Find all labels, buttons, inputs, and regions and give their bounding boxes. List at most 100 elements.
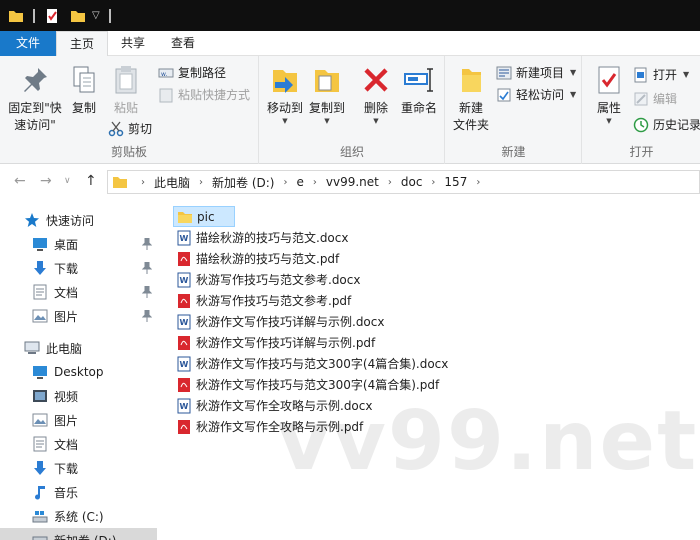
pin-icon[interactable] bbox=[142, 262, 152, 274]
properties-check-icon[interactable] bbox=[44, 8, 60, 24]
nav-this-pc[interactable]: 此电脑 bbox=[0, 336, 157, 360]
nav-drive-d-label: 新加卷 (D:) bbox=[54, 532, 116, 540]
breadcrumb-separator[interactable]: › bbox=[388, 177, 392, 188]
new-folder-icon[interactable] bbox=[70, 8, 86, 24]
history-button[interactable]: 历史记录 bbox=[633, 115, 700, 135]
breadcrumb-separator[interactable]: › bbox=[476, 177, 480, 188]
tab-file[interactable]: 文件 bbox=[0, 31, 56, 56]
file-row[interactable]: W 秋游作文写作技巧详解与示例.docx bbox=[173, 311, 390, 332]
file-name: 秋游作文写作技巧详解与示例.pdf bbox=[196, 336, 376, 350]
breadcrumb-this-pc[interactable]: 此电脑 bbox=[154, 174, 190, 191]
nav-pc-desktop[interactable]: Desktop bbox=[0, 360, 157, 384]
edit-button[interactable]: 编辑 bbox=[633, 89, 677, 109]
tab-home[interactable]: 主页 bbox=[56, 31, 109, 57]
nav-drive-c[interactable]: 系统 (C:) bbox=[0, 504, 157, 528]
pin-icon[interactable] bbox=[142, 310, 152, 322]
back-arrow-icon[interactable]: ← bbox=[14, 173, 26, 189]
breadcrumb-separator[interactable]: › bbox=[313, 177, 317, 188]
delete-button[interactable]: 删除 ▼ bbox=[358, 64, 394, 125]
nav-pc-videos[interactable]: 视频 bbox=[0, 384, 157, 408]
pdf-icon bbox=[178, 377, 190, 392]
breadcrumb-doc[interactable]: doc bbox=[401, 175, 423, 189]
copy-path-button[interactable]: w. 复制路径 bbox=[158, 63, 226, 83]
nav-drive-d[interactable]: 新加卷 (D:) bbox=[0, 528, 157, 540]
delete-x-icon bbox=[364, 68, 388, 92]
file-row[interactable]: W 描绘秋游的技巧与范文.docx bbox=[173, 227, 354, 248]
forward-arrow-icon[interactable]: → bbox=[40, 173, 52, 189]
file-name: 秋游写作技巧与范文参考.docx bbox=[196, 273, 361, 287]
file-row[interactable]: 秋游作文写作全攻略与示例.pdf bbox=[173, 416, 369, 437]
new-folder-button[interactable]: 新建 文件夹 bbox=[450, 64, 492, 134]
file-row[interactable]: W 秋游作文写作技巧与范文300字(4篇合集).docx bbox=[173, 353, 454, 374]
file-row[interactable]: 秋游写作技巧与范文参考.pdf bbox=[173, 290, 357, 311]
file-name: 秋游作文写作技巧与范文300字(4篇合集).pdf bbox=[196, 378, 440, 392]
new-group: 新建 文件夹 新建项目 ▼ 轻松访问 ▼ 新建 bbox=[446, 56, 582, 164]
file-name: 秋游写作技巧与范文参考.pdf bbox=[196, 294, 352, 308]
download-arrow-icon bbox=[34, 261, 46, 275]
new-item-button[interactable]: 新建项目 ▼ bbox=[496, 63, 576, 83]
nav-quick-access[interactable]: 快速访问 bbox=[0, 208, 157, 232]
svg-text:w.: w. bbox=[161, 71, 167, 78]
svg-text:W: W bbox=[180, 402, 189, 411]
nav-downloads-label: 下载 bbox=[54, 261, 79, 276]
pin-quick-access-button[interactable]: 固定到"快 速访问" bbox=[4, 64, 66, 134]
nav-pc-music[interactable]: 音乐 bbox=[0, 480, 157, 504]
properties-dropdown-arrow: ▼ bbox=[606, 117, 612, 125]
pin-icon[interactable] bbox=[142, 238, 152, 250]
navigation-bar: ← → ∨ ↑ › 此电脑 › 新加卷 (D:) › e › vv99.net … bbox=[0, 164, 700, 199]
up-arrow-icon[interactable]: ↑ bbox=[85, 173, 97, 189]
nav-pc-desktop-label: Desktop bbox=[54, 365, 104, 379]
nav-pc-pictures[interactable]: 图片 bbox=[0, 408, 157, 432]
breadcrumb-separator[interactable]: › bbox=[199, 177, 203, 188]
nav-pc-documents[interactable]: 文档 bbox=[0, 432, 157, 456]
desktop-icon bbox=[33, 238, 47, 251]
copy-button[interactable]: 复制 bbox=[66, 64, 102, 117]
tab-share[interactable]: 共享 bbox=[108, 31, 158, 56]
copy-to-button[interactable]: 复制到 ▼ bbox=[306, 64, 348, 125]
pdf-icon bbox=[178, 419, 190, 434]
file-row[interactable]: W 秋游写作技巧与范文参考.docx bbox=[173, 269, 366, 290]
file-row[interactable]: 秋游作文写作技巧与范文300字(4篇合集).pdf bbox=[173, 374, 445, 395]
tab-view[interactable]: 查看 bbox=[158, 31, 208, 56]
breadcrumb-vv99[interactable]: vv99.net bbox=[326, 175, 379, 189]
video-icon bbox=[33, 390, 47, 402]
cut-button[interactable]: 剪切 bbox=[108, 119, 152, 139]
open-button[interactable]: 打开 ▼ bbox=[633, 65, 689, 85]
nav-downloads[interactable]: 下载 bbox=[0, 256, 157, 280]
paste-button[interactable]: 粘贴 bbox=[108, 64, 144, 117]
paste-shortcut-label: 粘贴快捷方式 bbox=[178, 88, 251, 102]
recent-locations-chevron-icon[interactable]: ∨ bbox=[64, 176, 71, 186]
nav-pc-downloads[interactable]: 下载 bbox=[0, 456, 157, 480]
breadcrumb-separator[interactable]: › bbox=[431, 177, 435, 188]
properties-button[interactable]: 属性 ▼ bbox=[591, 64, 627, 125]
breadcrumb-drive-d[interactable]: 新加卷 (D:) bbox=[212, 174, 274, 191]
file-row-folder-pic[interactable]: pic bbox=[173, 206, 235, 227]
copy-to-label: 复制到 bbox=[308, 101, 345, 115]
nav-pictures[interactable]: 图片 bbox=[0, 304, 157, 328]
move-to-button[interactable]: 移动到 ▼ bbox=[264, 64, 306, 125]
address-bar[interactable]: › 此电脑 › 新加卷 (D:) › e › vv99.net › doc › … bbox=[107, 170, 700, 194]
move-to-dropdown-arrow: ▼ bbox=[282, 117, 288, 125]
nav-pc-videos-label: 视频 bbox=[54, 389, 79, 404]
file-row[interactable]: 描绘秋游的技巧与范文.pdf bbox=[173, 248, 345, 269]
svg-text:W: W bbox=[180, 360, 189, 369]
easy-access-button[interactable]: 轻松访问 ▼ bbox=[496, 85, 576, 105]
breadcrumb-e[interactable]: e bbox=[296, 175, 303, 189]
nav-desktop[interactable]: 桌面 bbox=[0, 232, 157, 256]
chevron-down-icon[interactable]: ▽ bbox=[92, 10, 100, 21]
nav-documents[interactable]: 文档 bbox=[0, 280, 157, 304]
pin-icon[interactable] bbox=[142, 286, 152, 298]
rename-button[interactable]: 重命名 bbox=[398, 64, 440, 117]
open-dropdown-arrow: ▼ bbox=[683, 70, 690, 79]
breadcrumb-157[interactable]: 157 bbox=[444, 175, 467, 189]
breadcrumb-separator[interactable]: › bbox=[283, 177, 287, 188]
folder-icon[interactable] bbox=[8, 8, 24, 24]
file-row[interactable]: W 秋游作文写作全攻略与示例.docx bbox=[173, 395, 378, 416]
drive-icon bbox=[32, 536, 48, 540]
new-folder-label-1: 新建 bbox=[458, 101, 483, 115]
file-row[interactable]: 秋游作文写作技巧详解与示例.pdf bbox=[173, 332, 381, 353]
breadcrumb-separator[interactable]: › bbox=[141, 177, 145, 188]
nav-pc-documents-label: 文档 bbox=[54, 437, 79, 452]
paste-shortcut-button[interactable]: 粘贴快捷方式 bbox=[158, 85, 250, 105]
pdf-icon bbox=[178, 251, 190, 266]
